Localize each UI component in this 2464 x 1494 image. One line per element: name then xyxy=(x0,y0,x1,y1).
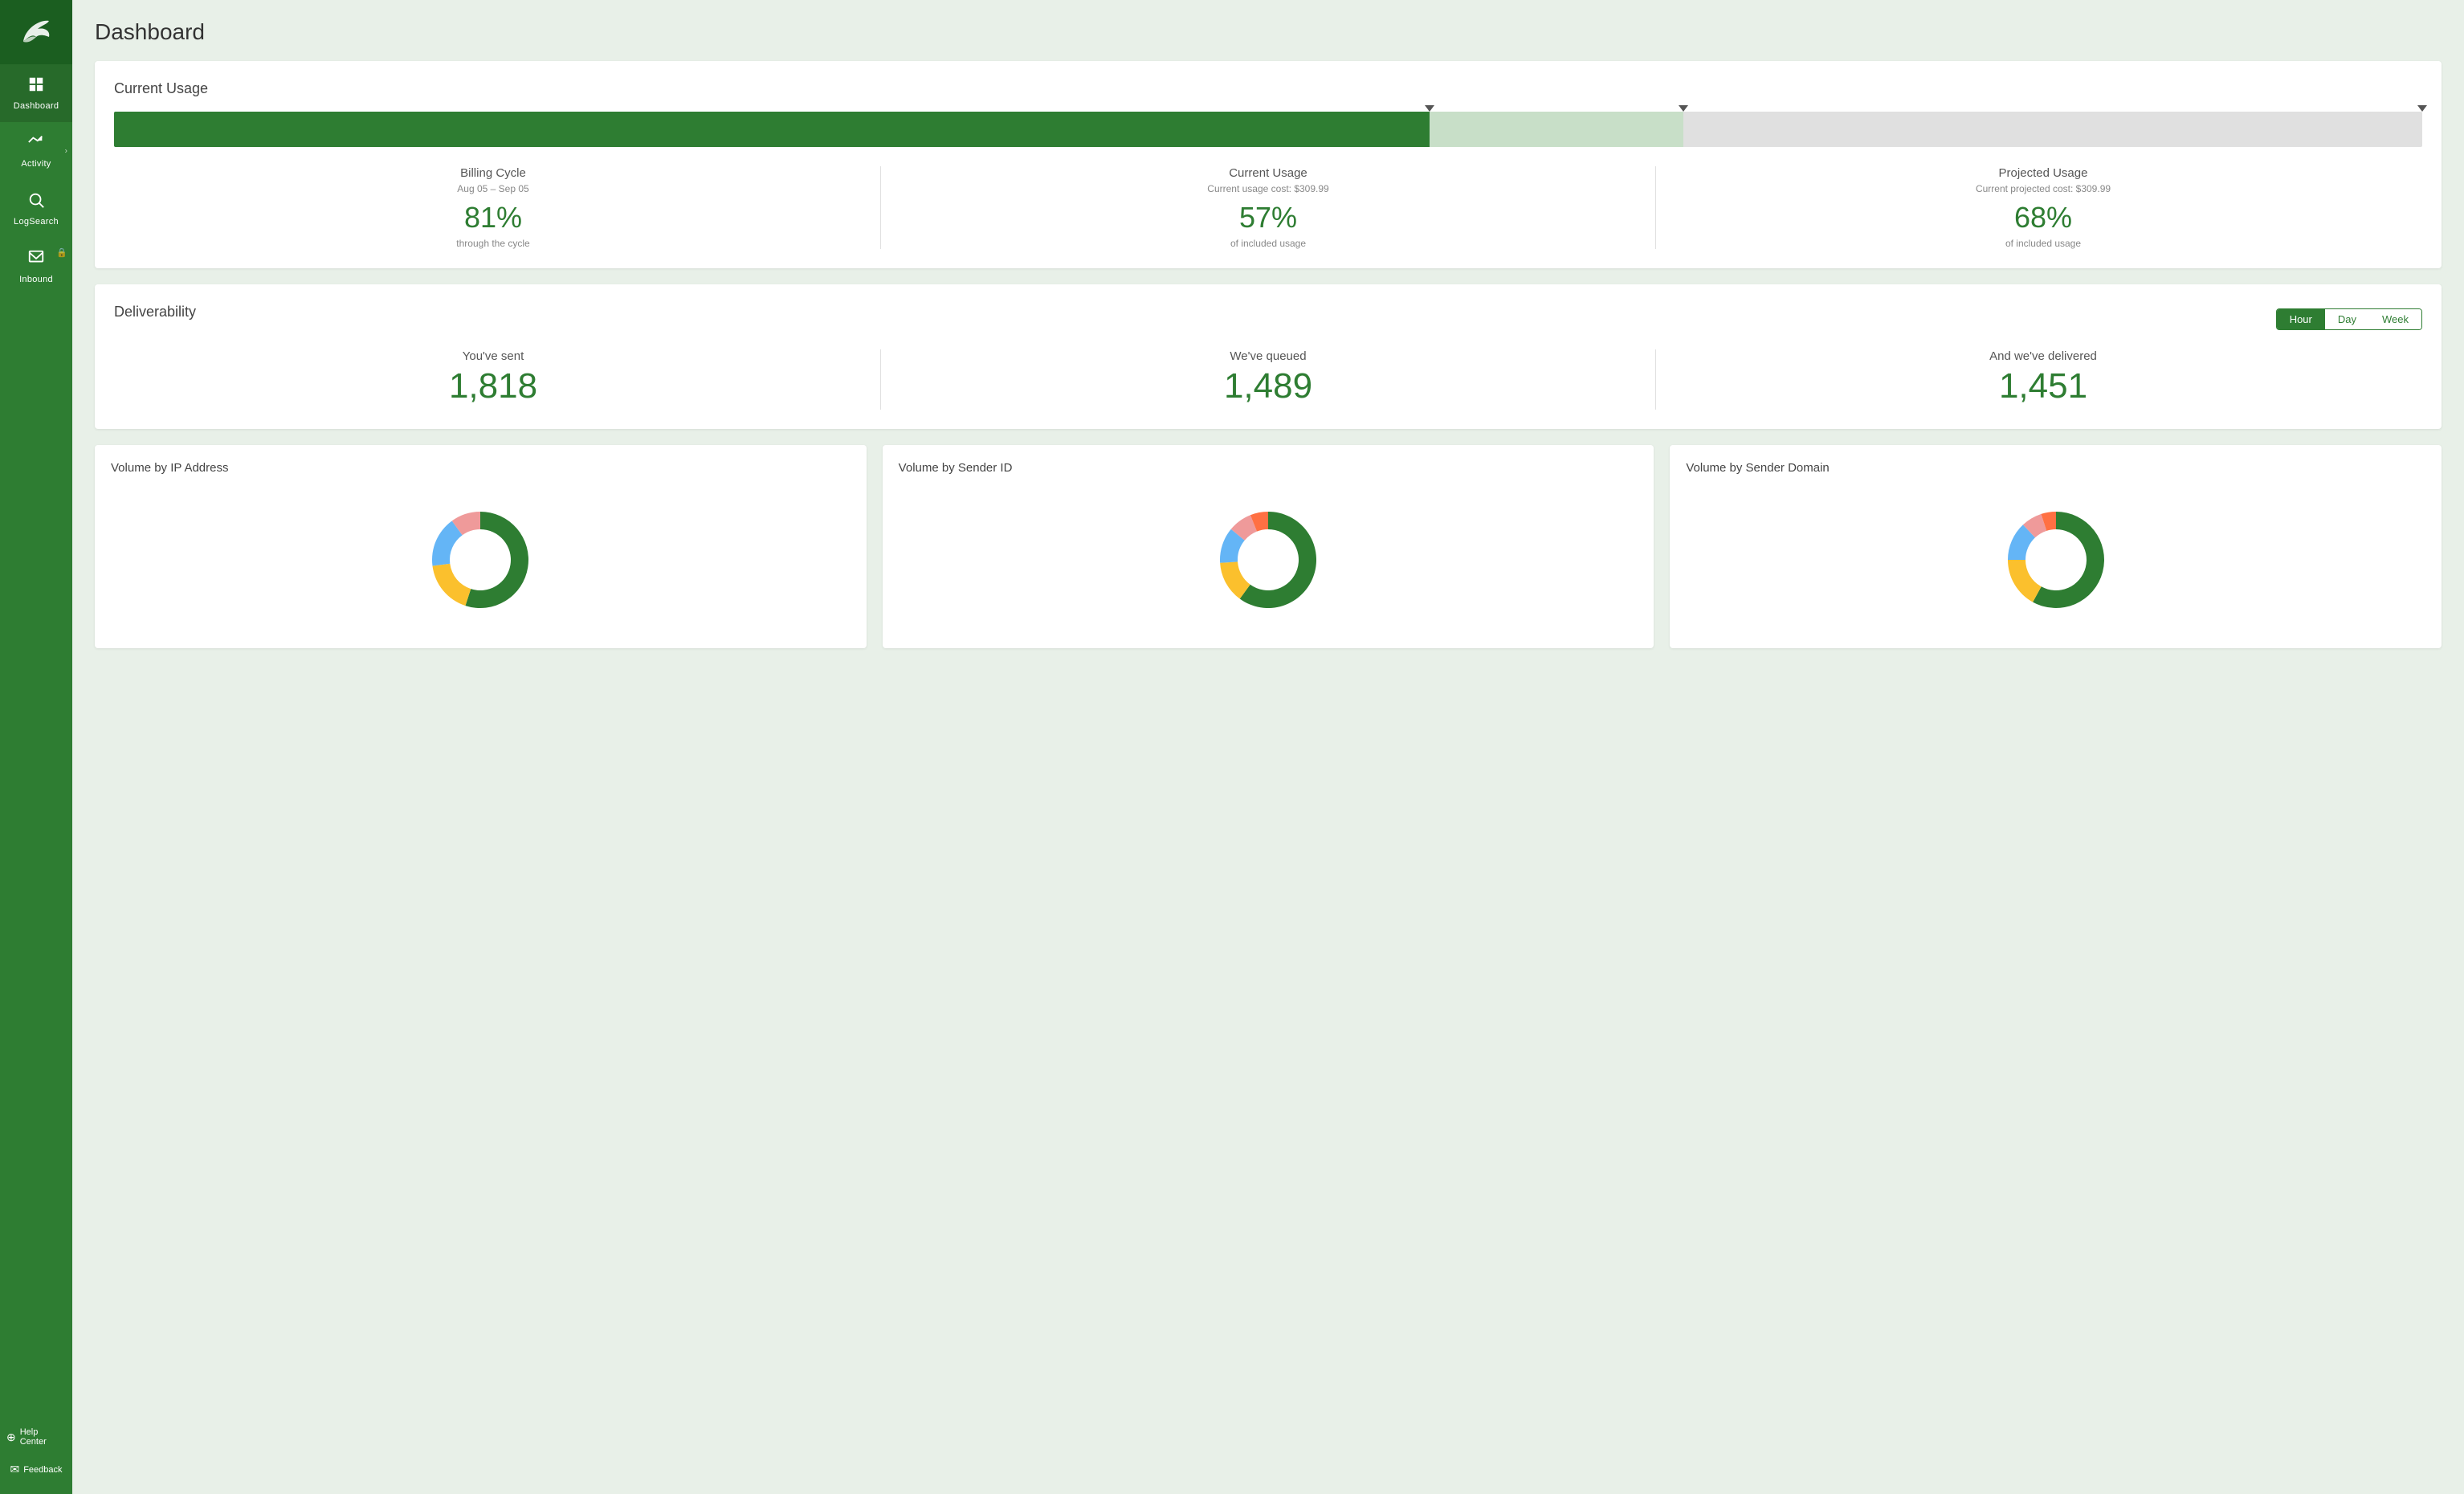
deliverability-stats-row: You've sent 1,818 We've queued 1,489 And… xyxy=(114,349,2422,410)
sender-id-donut-svg xyxy=(1204,496,1332,624)
projected-usage-desc: of included usage xyxy=(1664,238,2422,249)
sent-label: You've sent xyxy=(114,349,872,363)
time-toggle: Hour Day Week xyxy=(2276,308,2422,330)
current-usage-title: Current Usage xyxy=(114,80,2422,97)
usage-bar-fill xyxy=(114,112,1430,147)
bar-marker-projected xyxy=(1679,105,1688,112)
current-usage-stat: Current Usage Current usage cost: $309.9… xyxy=(889,166,1647,249)
sidebar-item-inbound-label: Inbound xyxy=(19,275,53,284)
sender-id-donut xyxy=(899,488,1638,632)
current-usage-stat-label: Current Usage xyxy=(889,166,1647,180)
queued-label: We've queued xyxy=(889,349,1647,363)
inbound-icon xyxy=(27,249,45,271)
sidebar-item-dashboard[interactable]: Dashboard xyxy=(0,64,72,122)
current-usage-card: Current Usage Billing Cycle Aug 05 – Sep… xyxy=(95,61,2442,268)
delivered-stat: And we've delivered 1,451 xyxy=(1664,349,2422,410)
ip-address-donut-svg xyxy=(416,496,545,624)
current-usage-value: 57% xyxy=(889,201,1647,235)
usage-bar-container xyxy=(114,112,2422,147)
time-btn-day[interactable]: Day xyxy=(2325,309,2369,329)
main-content: Dashboard Current Usage Billing Cycle Au… xyxy=(72,0,2464,1494)
sidebar-item-activity[interactable]: Activity › xyxy=(0,122,72,180)
current-usage-desc: of included usage xyxy=(889,238,1647,249)
sender-id-chart-title: Volume by Sender ID xyxy=(899,461,1638,475)
deliverability-title: Deliverability xyxy=(114,304,196,320)
billing-cycle-desc: through the cycle xyxy=(114,238,872,249)
deliverability-header: Deliverability Hour Day Week xyxy=(114,304,2422,335)
delivered-value: 1,451 xyxy=(1664,366,2422,406)
help-center-button[interactable]: ⊕ Help Center xyxy=(0,1419,72,1455)
inbound-lock-icon: 🔒 xyxy=(56,247,67,258)
feedback-button[interactable]: ✉ Feedback xyxy=(0,1455,72,1484)
logo xyxy=(0,0,72,64)
feedback-label: Feedback xyxy=(23,1465,62,1475)
sender-domain-donut xyxy=(1686,488,2425,632)
dashboard-icon xyxy=(27,76,45,98)
help-center-label: Help Center xyxy=(20,1427,66,1447)
page-title: Dashboard xyxy=(95,19,2442,45)
charts-row: Volume by IP Address Volume by Sender ID… xyxy=(95,445,2442,648)
help-icon: ⊕ xyxy=(6,1431,16,1444)
projected-usage-label: Projected Usage xyxy=(1664,166,2422,180)
ip-address-chart-title: Volume by IP Address xyxy=(111,461,851,475)
stat-divider-1 xyxy=(880,166,881,249)
sender-domain-donut-svg xyxy=(1992,496,2120,624)
sidebar-item-inbound[interactable]: Inbound 🔒 xyxy=(0,238,72,296)
bar-marker-end xyxy=(2417,105,2427,112)
sidebar-bottom: ⊕ Help Center ✉ Feedback xyxy=(0,1419,72,1494)
sidebar-item-activity-label: Activity xyxy=(21,159,51,169)
bar-marker-current xyxy=(1425,105,1434,112)
projected-usage-stat: Projected Usage Current projected cost: … xyxy=(1664,166,2422,249)
sender-domain-chart-title: Volume by Sender Domain xyxy=(1686,461,2425,475)
billing-cycle-stat: Billing Cycle Aug 05 – Sep 05 81% throug… xyxy=(114,166,872,249)
sidebar-item-logsearch[interactable]: LogSearch xyxy=(0,180,72,238)
billing-cycle-date: Aug 05 – Sep 05 xyxy=(114,183,872,194)
queued-stat: We've queued 1,489 xyxy=(889,349,1647,410)
sidebar-item-dashboard-label: Dashboard xyxy=(14,101,59,111)
sent-value: 1,818 xyxy=(114,366,872,406)
current-usage-cost: Current usage cost: $309.99 xyxy=(889,183,1647,194)
queued-value: 1,489 xyxy=(889,366,1647,406)
stat-divider-2 xyxy=(1655,166,1656,249)
time-btn-week[interactable]: Week xyxy=(2369,309,2421,329)
feedback-icon: ✉ xyxy=(10,1463,19,1476)
sender-id-chart-card: Volume by Sender ID xyxy=(883,445,1654,648)
billing-cycle-value: 81% xyxy=(114,201,872,235)
stat-divider-3 xyxy=(880,349,881,410)
activity-arrow-icon: › xyxy=(65,147,67,156)
stat-divider-4 xyxy=(1655,349,1656,410)
projected-usage-value: 68% xyxy=(1664,201,2422,235)
delivered-label: And we've delivered xyxy=(1664,349,2422,363)
usage-stats-row: Billing Cycle Aug 05 – Sep 05 81% throug… xyxy=(114,166,2422,249)
usage-bar-projected xyxy=(1430,112,1683,147)
sidebar-item-logsearch-label: LogSearch xyxy=(14,217,59,227)
projected-usage-cost: Current projected cost: $309.99 xyxy=(1664,183,2422,194)
sent-stat: You've sent 1,818 xyxy=(114,349,872,410)
activity-icon xyxy=(27,133,45,156)
sender-domain-chart-card: Volume by Sender Domain xyxy=(1670,445,2442,648)
ip-address-donut xyxy=(111,488,851,632)
time-btn-hour[interactable]: Hour xyxy=(2277,309,2325,329)
sidebar: Dashboard Activity › LogSearch Inbound 🔒… xyxy=(0,0,72,1494)
usage-bar-track xyxy=(114,112,2422,147)
billing-cycle-label: Billing Cycle xyxy=(114,166,872,180)
logsearch-icon xyxy=(27,191,45,214)
deliverability-card: Deliverability Hour Day Week You've sent… xyxy=(95,284,2442,429)
ip-address-chart-card: Volume by IP Address xyxy=(95,445,867,648)
